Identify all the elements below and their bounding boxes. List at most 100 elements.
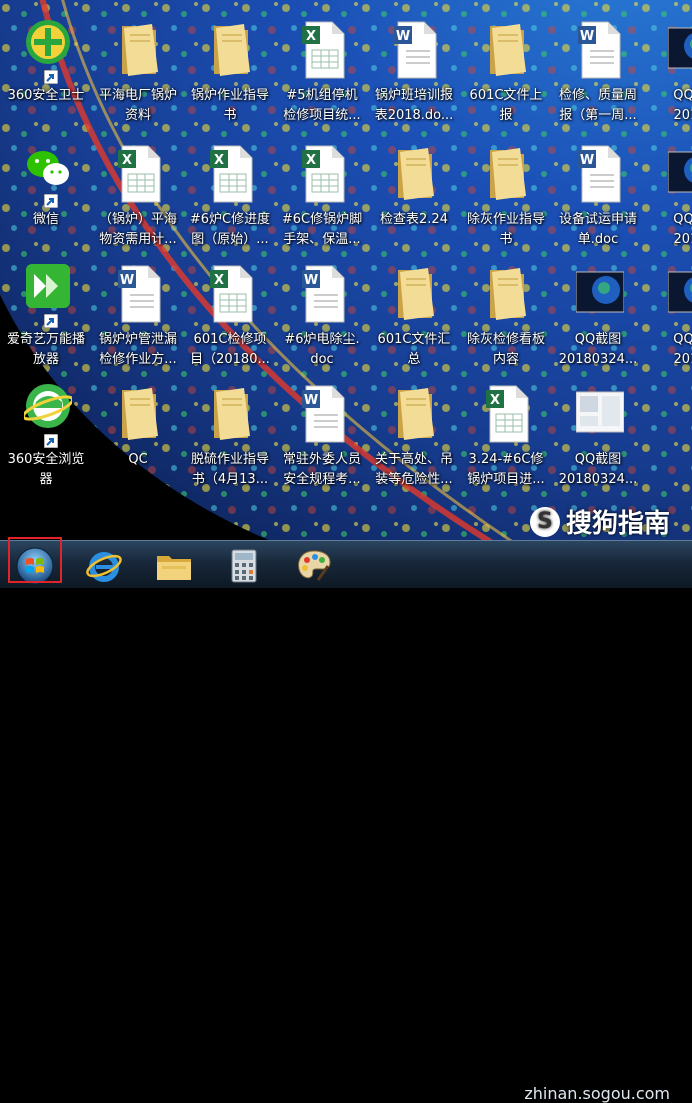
app360-icon: [24, 18, 72, 84]
desktop-icon[interactable]: QQ截 2018: [644, 136, 692, 254]
desktop-icon[interactable]: 除灰检修看板 内容: [460, 256, 552, 374]
desktop-icon-label: 检查表2.24: [380, 212, 448, 227]
watermark-url: zhinan.sogou.com: [524, 1084, 670, 1103]
word-icon: W: [392, 18, 440, 80]
desktop-icon-label: QQ截 2018: [673, 88, 692, 123]
desktop-icon[interactable]: W 锅炉炉管泄漏 检修作业方...: [92, 256, 184, 374]
desktop-icon-label: 3.24-#6C修 锅炉项目进...: [467, 452, 545, 487]
desktop-icon-label: QQ截 2018: [673, 212, 692, 247]
desktop-icon[interactable]: W 检修、质量周 报（第一周...: [552, 12, 644, 130]
sogou-logo-icon: S: [529, 506, 560, 537]
svg-text:X: X: [214, 273, 224, 288]
excel-icon: X: [484, 382, 532, 444]
desktop-icon[interactable]: X #6炉C修进度 图（原始）...: [184, 136, 276, 254]
desktop-icon-label: 微信: [32, 212, 59, 227]
desktop-icon[interactable]: 脱硫作业指导 书（4月13...: [184, 376, 276, 494]
desktop-icon-label: #6炉C修进度 图（原始）...: [189, 212, 271, 247]
desktop-icon[interactable]: X 601C检修项 目（20180...: [184, 256, 276, 374]
desktop-icon[interactable]: QQ截图 20180324...: [552, 376, 644, 494]
taskbar-ie[interactable]: [78, 544, 130, 586]
qq-icon: [667, 262, 692, 324]
taskbar-paint[interactable]: [288, 544, 340, 586]
desktop-icon[interactable]: QQ截图 20180324...: [552, 256, 644, 374]
svg-text:W: W: [580, 29, 594, 44]
calculator-icon: [231, 549, 257, 583]
svg-text:X: X: [490, 393, 500, 408]
svg-text:X: X: [306, 29, 316, 44]
folder-icon: [116, 382, 164, 444]
desktop-icon[interactable]: 微信: [0, 136, 92, 254]
desktop-icon[interactable]: X #6C修锅炉脚 手架、保温...: [276, 136, 368, 254]
taskbar: zhinan.sogou.com: [0, 540, 692, 1103]
desktop-icon-label: 关于高处、吊 装等危险性...: [374, 452, 453, 487]
desktop-icon[interactable]: X 3.24-#6C修 锅炉项目进...: [460, 376, 552, 494]
qq-icon: [575, 262, 625, 324]
word-icon: W: [116, 262, 164, 324]
desktop-icon-label: QQ截图 20180324...: [558, 332, 638, 367]
desktop-icon-label: 爱奇艺万能播 放器: [6, 332, 85, 367]
desktop-icon[interactable]: 除灰作业指导 书: [460, 136, 552, 254]
desktop-icon-label: 检修、质量周 报（第一周...: [558, 88, 637, 123]
desktop-icon[interactable]: 关于高处、吊 装等危险性...: [368, 376, 460, 494]
desktop-icon[interactable]: W 设备试运申请 单.doc: [552, 136, 644, 254]
desktop-icon[interactable]: QQ截 2018: [644, 12, 692, 130]
desktop-icon-label: 601C检修项 目（20180...: [190, 332, 270, 367]
shortcut-arrow-icon: [44, 314, 58, 328]
desktop-icon-label: 平海电厂锅炉 资料: [98, 88, 177, 123]
desktop-icon-label: 锅炉炉管泄漏 检修作业方...: [98, 332, 177, 367]
desktop-icon[interactable]: W 锅炉班培训报 表2018.do...: [368, 12, 460, 130]
shortcut-arrow-icon: [44, 70, 58, 84]
desktop-icon[interactable]: 601C文件汇 总: [368, 256, 460, 374]
desktop-icon[interactable]: 检查表2.24: [368, 136, 460, 254]
excel-icon: X: [300, 142, 348, 204]
qqcal-icon: [575, 382, 625, 444]
desktop-icon-label: 601C文件上 报: [469, 88, 543, 123]
desktop-icon[interactable]: 锅炉作业指导 书: [184, 12, 276, 130]
desktop-icon[interactable]: 601C文件上 报: [460, 12, 552, 130]
desktop-icon-label: QC: [128, 452, 148, 467]
taskbar-calculator[interactable]: [218, 544, 270, 586]
folder-icon: [392, 262, 440, 324]
desktop-icon[interactable]: 360安全卫士: [0, 12, 92, 130]
desktop-icon[interactable]: W 常驻外委人员 安全规程考...: [276, 376, 368, 494]
desktop-icon[interactable]: 爱奇艺万能播 放器: [0, 256, 92, 374]
excel-icon: X: [116, 142, 164, 204]
svg-text:X: X: [122, 153, 132, 168]
desktop-icon[interactable]: QQ截 2018: [644, 256, 692, 374]
folder-icon: [484, 262, 532, 324]
folder-icon: [116, 18, 164, 80]
desktop-icon-label: 除灰作业指导 书: [466, 212, 545, 247]
qq-icon: [667, 142, 692, 204]
desktop-icon-label: 设备试运申请 单.doc: [558, 212, 637, 247]
desktop-icon-label: 锅炉班培训报 表2018.do...: [374, 88, 454, 123]
excel-icon: X: [300, 18, 348, 80]
desktop-icon[interactable]: X （锅炉）平海 物资需用计...: [92, 136, 184, 254]
svg-text:W: W: [396, 29, 410, 44]
desktop-icon[interactable]: 360安全浏览 器: [0, 376, 92, 494]
folder-icon: [208, 382, 256, 444]
folder-icon: [157, 556, 191, 580]
desktop-icon-label: 360安全卫士: [7, 88, 85, 103]
browser360-icon: [21, 382, 75, 448]
excel-icon: X: [208, 142, 256, 204]
desktop-icon-label: QQ截图 20180324...: [558, 452, 638, 487]
desktop-icon-label: 除灰检修看板 内容: [466, 332, 545, 367]
desktop-icon[interactable]: QC: [92, 376, 184, 494]
qq-icon: [667, 18, 692, 80]
folder-icon: [484, 18, 532, 80]
desktop-icon-label: 脱硫作业指导 书（4月13...: [190, 452, 269, 487]
desktop-icon[interactable]: 平海电厂锅炉 资料: [92, 12, 184, 130]
shortcut-arrow-icon: [44, 434, 58, 448]
taskbar-explorer[interactable]: [148, 544, 200, 586]
svg-text:X: X: [306, 153, 316, 168]
desktop-icon-label: #5机组停机 检修项目统...: [283, 88, 361, 123]
desktop-icon-label: 常驻外委人员 安全规程考...: [282, 452, 361, 487]
desktop-icon[interactable]: X #5机组停机 检修项目统...: [276, 12, 368, 130]
sogou-watermark: S 搜狗指南: [529, 503, 670, 540]
desktop: 360安全卫士 平海电厂锅炉 资料 锅炉作业指导 书 X #5机组停机 检修项目统...…: [0, 0, 692, 540]
folder-icon: [208, 18, 256, 80]
start-button-highlight: [8, 537, 62, 583]
desktop-icon[interactable]: W #6炉电除尘. doc: [276, 256, 368, 374]
folder-icon: [392, 142, 440, 204]
desktop-icon-label: QQ截 2018: [673, 332, 692, 367]
